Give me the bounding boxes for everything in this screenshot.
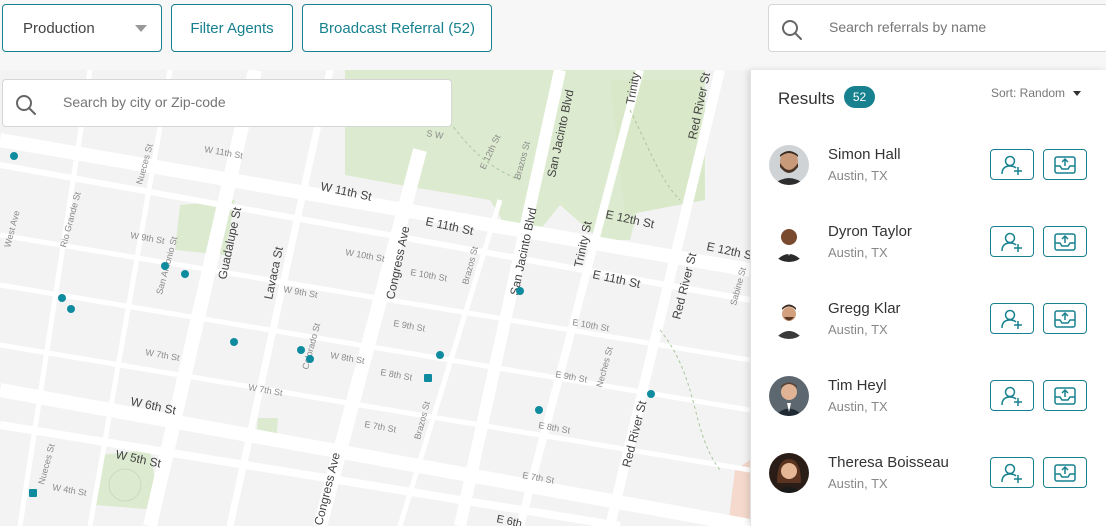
- chevron-down-icon: [135, 24, 147, 32]
- send-referral-button[interactable]: [1043, 380, 1087, 411]
- street-w10th: W 10th St: [345, 247, 386, 264]
- agent-location: Austin, TX: [828, 245, 888, 260]
- referral-search-input[interactable]: [829, 19, 1099, 35]
- map-marker[interactable]: [516, 287, 524, 295]
- map-marker[interactable]: [436, 351, 444, 359]
- street-map: Guadalupe St Lavaca St Congress Ave Cong…: [0, 70, 750, 526]
- map-marker[interactable]: [647, 390, 655, 398]
- street-red-river-bottom: Red River St: [619, 399, 649, 469]
- street-w7th: W 7th St: [145, 347, 181, 363]
- city-zip-search-box: [2, 79, 452, 127]
- send-referral-icon: [1054, 155, 1076, 174]
- add-agent-button[interactable]: [990, 149, 1034, 180]
- map-marker[interactable]: [424, 374, 432, 382]
- agent-row[interactable]: Tim Heyl Austin, TX: [751, 374, 1106, 451]
- street-colorado: Colorado St: [300, 322, 322, 371]
- map-view[interactable]: Guadalupe St Lavaca St Congress Ave Cong…: [0, 70, 750, 526]
- send-referral-icon: [1054, 232, 1076, 251]
- results-title: Results: [778, 89, 835, 108]
- map-marker[interactable]: [306, 355, 314, 363]
- agent-name: Simon Hall: [828, 146, 901, 163]
- send-referral-icon: [1054, 463, 1076, 482]
- send-referral-button[interactable]: [1043, 149, 1087, 180]
- avatar: [769, 222, 809, 262]
- map-marker[interactable]: [161, 262, 169, 270]
- agent-row[interactable]: Gregg Klar Austin, TX: [751, 297, 1106, 374]
- map-marker[interactable]: [67, 305, 75, 313]
- results-panel: Results 52 Sort: Random Simon Hall Austi…: [750, 70, 1106, 526]
- street-e10th: E 10th St: [410, 267, 449, 283]
- street-w4th: W 4th St: [52, 482, 88, 498]
- map-marker[interactable]: [297, 346, 305, 354]
- street-nueces-bottom: Nueces St: [36, 442, 57, 485]
- search-icon: [16, 95, 36, 115]
- agent-name: Dyron Taylor: [828, 223, 912, 240]
- production-select-value: Production: [23, 19, 95, 37]
- add-user-icon: [1001, 155, 1022, 175]
- agent-location: Austin, TX: [828, 168, 888, 183]
- send-referral-button[interactable]: [1043, 303, 1087, 334]
- map-marker[interactable]: [181, 270, 189, 278]
- avatar: [769, 376, 809, 416]
- send-referral-icon: [1054, 309, 1076, 328]
- agent-row[interactable]: Dyron Taylor Austin, TX: [751, 220, 1106, 297]
- add-agent-button[interactable]: [990, 457, 1034, 488]
- send-referral-icon: [1054, 386, 1076, 405]
- referral-search-box: [768, 4, 1106, 52]
- add-user-icon: [1001, 232, 1022, 252]
- agent-name: Gregg Klar: [828, 300, 901, 317]
- chevron-down-icon: [1073, 90, 1082, 96]
- street-rio-grande: Rio Grande St: [58, 190, 83, 248]
- street-congress-bottom: Congress Ave: [311, 451, 343, 526]
- results-count-badge: 52: [844, 86, 875, 108]
- street-w9th: W 9th St: [130, 230, 166, 246]
- send-referral-button[interactable]: [1043, 226, 1087, 257]
- street-e9th: E 9th St: [393, 318, 427, 333]
- broadcast-referral-button[interactable]: Broadcast Referral (52): [302, 4, 492, 52]
- production-select[interactable]: Production: [2, 4, 162, 52]
- city-zip-search-input[interactable]: [63, 94, 433, 110]
- street-west-ave: West Ave: [2, 210, 21, 249]
- add-user-icon: [1001, 309, 1022, 329]
- map-marker[interactable]: [58, 294, 66, 302]
- map-marker[interactable]: [29, 489, 37, 497]
- agent-row[interactable]: Simon Hall Austin, TX: [751, 143, 1106, 220]
- street-e11th-2: E 11th St: [591, 267, 642, 291]
- avatar: [769, 299, 809, 339]
- add-user-icon: [1001, 463, 1022, 483]
- sort-dropdown[interactable]: Sort: Random: [991, 86, 1082, 100]
- search-icon: [782, 20, 802, 40]
- agent-location: Austin, TX: [828, 476, 888, 491]
- map-marker[interactable]: [230, 338, 238, 346]
- street-neches: Neches St: [594, 345, 615, 388]
- street-w7th-2: W 7th St: [248, 382, 284, 398]
- top-toolbar: Production Filter Agents Broadcast Refer…: [0, 0, 1106, 70]
- avatar: [769, 145, 809, 185]
- agent-row[interactable]: Theresa Boisseau Austin, TX: [751, 451, 1106, 526]
- agent-location: Austin, TX: [828, 322, 888, 337]
- avatar: [769, 453, 809, 493]
- agent-name: Tim Heyl: [828, 377, 887, 394]
- send-referral-button[interactable]: [1043, 457, 1087, 488]
- map-marker[interactable]: [535, 406, 543, 414]
- add-agent-button[interactable]: [990, 303, 1034, 334]
- add-agent-button[interactable]: [990, 226, 1034, 257]
- filter-agents-button[interactable]: Filter Agents: [171, 4, 293, 52]
- street-e8th: E 8th St: [380, 367, 414, 382]
- map-marker[interactable]: [10, 152, 18, 160]
- street-e7th: E 7th St: [364, 419, 398, 434]
- add-user-icon: [1001, 386, 1022, 406]
- add-agent-button[interactable]: [990, 380, 1034, 411]
- sort-label: Sort: Random: [991, 86, 1066, 100]
- agent-location: Austin, TX: [828, 399, 888, 414]
- agent-name: Theresa Boisseau: [828, 454, 949, 471]
